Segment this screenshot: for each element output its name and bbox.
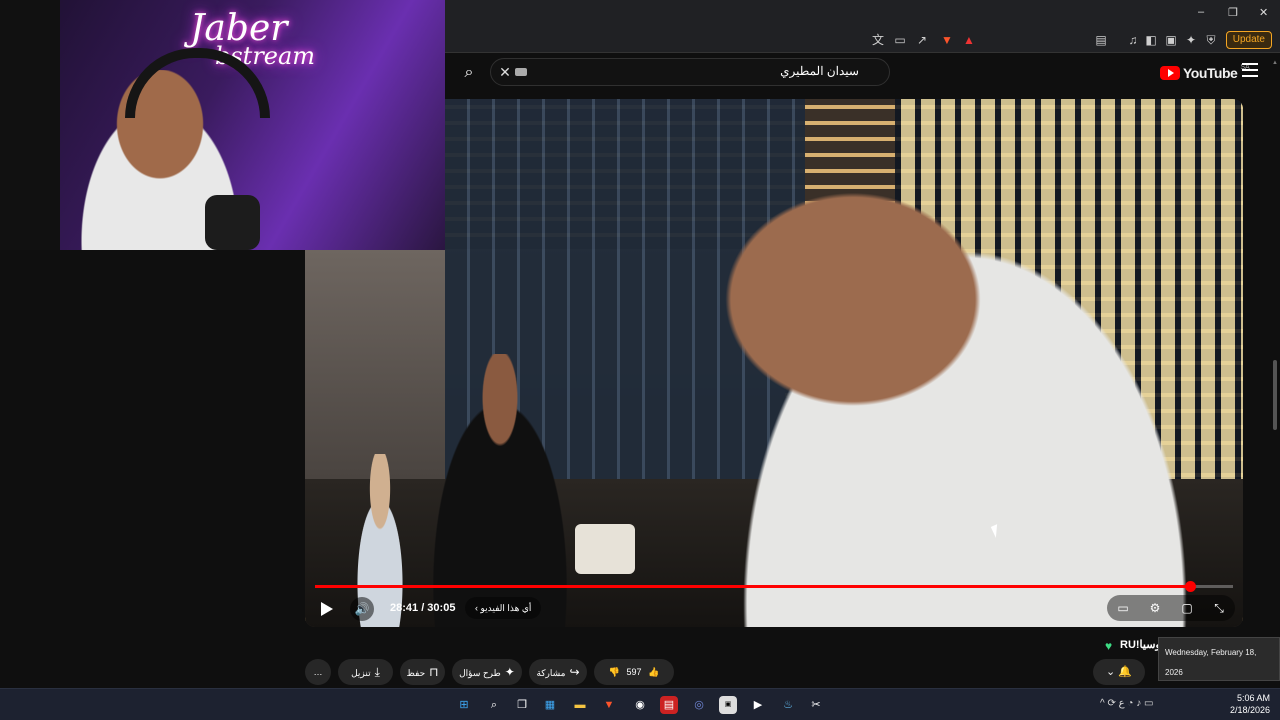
chapter-button[interactable]: أي هذا الفيديو › — [465, 597, 542, 619]
time-display: 28:41 / 30:05 — [390, 602, 456, 614]
windows-taskbar: ⊞ ⌕ ❐ ▦ ▬ ▼ ◉ ▤ ◎ ▣ ▶ ♨ ✂ ^ ⟳ ع ◔ ♪ ▭ 5:… — [0, 688, 1280, 720]
search-icon[interactable]: ⌕ — [455, 59, 483, 87]
minimize-button[interactable]: – — [1198, 6, 1204, 18]
brave-browser-icon[interactable]: ▼ — [600, 696, 618, 714]
progress-fill — [315, 585, 1190, 588]
notifications-button[interactable]: ⌄ 🔔 — [1093, 659, 1145, 685]
network-icon[interactable]: ⟳ — [1107, 698, 1115, 709]
bbox-app-icon[interactable]: ▣ — [719, 696, 737, 714]
youtube-play-icon — [1160, 66, 1180, 80]
task-view-icon[interactable]: ❐ — [513, 696, 531, 714]
ask-label: طرح سؤال — [459, 668, 501, 678]
progress-bar[interactable] — [315, 581, 1233, 592]
scrollbar-thumb[interactable] — [1273, 360, 1277, 430]
page-scrollbar[interactable]: ▲ — [1272, 60, 1278, 680]
reader-icon[interactable]: ▤ — [1093, 32, 1109, 48]
save-label: حفظ — [406, 668, 426, 678]
battery-icon[interactable]: ▭ — [1144, 698, 1153, 709]
maximize-button[interactable]: ❐ — [1228, 6, 1238, 19]
share-label: مشاركة — [536, 668, 566, 678]
search-icon[interactable]: ⌕ — [485, 696, 503, 714]
like-icon[interactable]: 👍 — [648, 667, 659, 677]
keyboard-icon[interactable] — [515, 68, 527, 76]
start-windows-icon[interactable]: ⊞ — [455, 696, 473, 714]
app-icon[interactable]: ▤ — [660, 696, 678, 714]
capcut-icon[interactable]: ✂ — [807, 696, 825, 714]
share-button[interactable]: ↪مشاركة — [529, 659, 587, 685]
share-arrow-icon: ↪ — [569, 665, 580, 679]
microphone — [205, 195, 260, 250]
video-person-white-shirt — [685, 159, 1243, 627]
chevron-down-icon: ⌄ — [1106, 666, 1116, 678]
youtube-logo-text: YouTube — [1183, 65, 1238, 81]
clear-search-icon[interactable]: ✕ — [495, 62, 515, 82]
download-label: تنزيل — [351, 668, 371, 678]
like-count: 597 — [626, 667, 642, 677]
chevron-up-icon[interactable]: ^ — [1100, 698, 1105, 709]
save-button[interactable]: ⊓حفظ — [400, 659, 445, 685]
play-icon[interactable] — [315, 597, 339, 621]
discord-icon[interactable]: ◎ — [690, 696, 708, 714]
fullscreen-icon[interactable]: ⤡ — [1210, 601, 1228, 616]
green-heart-icon: ♥ — [1105, 639, 1113, 653]
sparkle-icon: ✦ — [504, 665, 515, 679]
bell-icon: 🔔 — [1118, 666, 1132, 678]
chapter-label: أي هذا الفيديو — [480, 603, 532, 613]
translate-icon[interactable]: 文 — [870, 32, 886, 48]
browser-titlebar: – ❐ ✕ — [445, 0, 1280, 27]
speaker-icon[interactable]: ♪ — [1136, 698, 1141, 709]
taskbar-time: 5:06 AM — [1236, 693, 1270, 703]
dislike-icon[interactable]: 👎 — [609, 667, 620, 677]
subtitles-icon[interactable]: ▭ — [1114, 601, 1132, 615]
webcam-overlay: Jaber bstream — [0, 0, 445, 250]
youtube-header: ⌕ ✕ سيدان المطيري YouTube SA — [445, 53, 1280, 93]
cast-icon[interactable]: ▭ — [892, 32, 908, 48]
obs-icon[interactable]: ◉ — [631, 696, 649, 714]
video-player[interactable]: 🔊 28:41 / 30:05 أي هذا الفيديو › ▭ ⚙ ▢ ⤡ — [305, 99, 1243, 627]
like-dislike-group: 👎 597 👍 — [594, 659, 674, 685]
more-actions-button[interactable]: … — [305, 659, 331, 685]
sidebar-icon[interactable]: ◧ — [1143, 32, 1159, 48]
brave-shield-icon[interactable]: ▼ — [939, 32, 955, 48]
bookmark-icon: ⊓ — [429, 665, 439, 679]
download-button[interactable]: ⤓تنزيل — [338, 659, 393, 685]
theater-mode-icon[interactable]: ▢ — [1178, 601, 1196, 615]
file-explorer-icon[interactable]: ▬ — [571, 696, 589, 714]
leo-ai-icon[interactable]: ✦ — [1183, 32, 1199, 48]
media-player-icon[interactable]: ▶ — [749, 696, 767, 714]
hamburger-menu-icon[interactable] — [1242, 63, 1258, 77]
share-icon[interactable]: ↗ — [914, 32, 930, 48]
progress-scrubber[interactable] — [1184, 581, 1196, 592]
video-action-bar: … ⤓تنزيل ⊓حفظ ✦طرح سؤال ↪مشاركة 👎 597 👍 … — [305, 659, 1280, 685]
channel-name[interactable]: وسيا!RU — [1120, 638, 1161, 651]
player-right-controls: ▭ ⚙ ▢ ⤡ — [1107, 595, 1235, 621]
wallet-icon[interactable]: ▣ — [1163, 32, 1179, 48]
update-button[interactable]: Update — [1225, 31, 1272, 49]
steam-icon[interactable]: ♨ — [779, 696, 797, 714]
youtube-logo[interactable]: YouTube SA — [1160, 63, 1250, 83]
language-indicator[interactable]: ع — [1119, 698, 1125, 709]
store-icon[interactable]: ▦ — [541, 696, 559, 714]
chevron-right-icon: › — [475, 603, 478, 613]
ask-button[interactable]: ✦طرح سؤال — [452, 659, 522, 685]
settings-gear-icon[interactable]: ⚙ — [1146, 601, 1164, 615]
music-icon[interactable]: ♫ — [1125, 32, 1141, 48]
taskbar-date: 2/18/2026 — [1229, 705, 1270, 715]
vpn-icon[interactable]: ⛨ — [1203, 32, 1219, 48]
scroll-up-arrow-icon[interactable]: ▲ — [1272, 60, 1278, 66]
gaming-chair — [0, 0, 60, 250]
wifi-icon[interactable]: ◔ — [1127, 698, 1133, 709]
search-query: سيدان المطيري — [780, 64, 859, 78]
taskbar-clock[interactable]: 5:06 AM 2/18/2026 — [1230, 692, 1270, 716]
browser-toolbar: 文 ▭ ↗ ▼ ▲ ▤ ♫ ◧ ▣ ✦ ⛨ Update — [445, 27, 1280, 53]
search-input[interactable]: ✕ سيدان المطيري — [490, 58, 890, 86]
system-tray[interactable]: ^ ⟳ ع ◔ ♪ ▭ — [1100, 698, 1153, 709]
rewards-icon[interactable]: ▲ — [961, 32, 977, 48]
volume-icon[interactable]: 🔊 — [350, 597, 374, 621]
close-button[interactable]: ✕ — [1259, 6, 1268, 19]
download-icon: ⤓ — [374, 665, 380, 679]
